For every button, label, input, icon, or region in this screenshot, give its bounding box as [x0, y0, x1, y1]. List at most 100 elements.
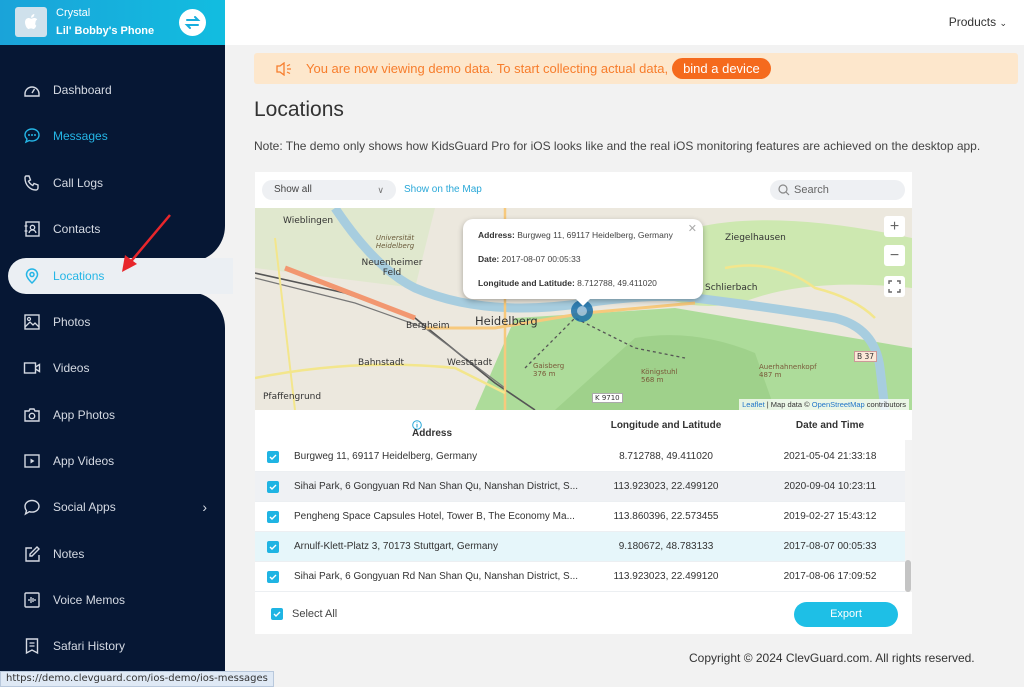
sidebar-item-label: Call Logs — [53, 176, 104, 190]
photo-icon — [23, 313, 41, 331]
map-label: Bahnstadt — [358, 358, 405, 368]
map-label: Bergheim — [406, 321, 450, 331]
map-label: Universität Heidelberg — [375, 234, 415, 250]
sidebar-item-label: Notes — [53, 547, 85, 561]
sidebar-item-messages[interactable]: Messages — [0, 118, 225, 154]
row-checkbox[interactable] — [267, 571, 279, 583]
chat-bubble-icon — [23, 498, 41, 516]
map-popup: ✕ Address: Burgweg 11, 69117 Heidelberg,… — [463, 219, 703, 306]
chevron-down-icon: ∨ — [377, 185, 384, 195]
road-label: B 37 — [854, 351, 878, 362]
sidebar-item-safari-history[interactable]: Safari History — [0, 628, 225, 664]
zoom-out-button[interactable]: − — [884, 245, 905, 266]
message-icon — [23, 127, 41, 145]
sidebar-item-label: Contacts — [53, 222, 101, 236]
attribution-text: contributors — [864, 400, 906, 409]
show-on-map-link[interactable]: Show on the Map — [404, 184, 482, 195]
close-icon[interactable]: ✕ — [688, 222, 697, 235]
check-icon — [269, 454, 277, 460]
check-icon — [273, 611, 281, 617]
row-address: Sihai Park, 6 Gongyuan Rd Nan Shan Qu, N… — [294, 481, 579, 492]
table-row[interactable]: Arnulf-Klett-Platz 3, 70173 Stuttgart, G… — [255, 532, 905, 562]
locations-panel: Show all∨ Show on the Map Search Wiebli — [255, 172, 912, 634]
column-header-address: Address — [412, 420, 452, 439]
chevron-down-icon: ⌄ — [999, 18, 1007, 28]
row-ll: 9.180672, 48.783133 — [618, 541, 714, 552]
export-button[interactable]: Export — [794, 602, 898, 627]
checkbox[interactable] — [271, 608, 283, 620]
row-checkbox[interactable] — [267, 541, 279, 553]
bookmark-icon — [23, 637, 41, 655]
row-datetime: 2020-09-04 10:23:11 — [783, 481, 877, 492]
check-icon — [269, 484, 277, 490]
map[interactable]: Wieblingen Universität Heidelberg Neuenh… — [255, 208, 912, 410]
products-menu[interactable]: Products ⌄ — [949, 15, 1007, 29]
map-label: Auerhahnenkopf 487 m — [759, 363, 817, 379]
sidebar-item-label: Dashboard — [53, 83, 112, 97]
row-checkbox[interactable] — [267, 481, 279, 493]
sidebar-item-app-videos[interactable]: App Videos — [0, 443, 225, 479]
table-row[interactable]: Burgweg 11, 69117 Heidelberg, Germany 8.… — [255, 442, 905, 472]
check-icon — [269, 544, 277, 550]
sidebar-item-photos[interactable]: Photos — [0, 304, 225, 340]
select-all-checkbox[interactable]: Select All — [271, 608, 337, 620]
device-header: Crystal Lil' Bobby's Phone — [0, 0, 225, 45]
switch-device-button[interactable] — [179, 9, 206, 36]
row-address: Sihai Park, 6 Gongyuan Rd Nan Shan Qu, N… — [294, 571, 579, 582]
top-bar: Products ⌄ — [225, 0, 1024, 45]
select-all-label: Select All — [292, 608, 338, 620]
sidebar-item-label: Locations — [53, 269, 105, 283]
contacts-icon — [23, 220, 41, 238]
sidebar-item-voice-memos[interactable]: Voice Memos — [0, 582, 225, 618]
minus-icon: − — [889, 246, 900, 264]
sidebar-item-videos[interactable]: Videos — [0, 350, 225, 386]
table-row[interactable]: Pengheng Space Capsules Hotel, Tower B, … — [255, 502, 905, 532]
sidebar-item-label: App Videos — [53, 454, 115, 468]
popup-date: 2017-08-07 00:05:33 — [501, 254, 581, 264]
fullscreen-icon — [888, 280, 901, 293]
location-icon — [23, 267, 41, 285]
leaflet-link[interactable]: Leaflet — [742, 400, 765, 409]
sidebar-item-label: Voice Memos — [53, 593, 126, 607]
map-attribution: Leaflet | Map data © OpenStreetMap contr… — [739, 399, 909, 410]
video-icon — [23, 359, 41, 377]
map-label: Ziegelhausen — [725, 233, 786, 243]
copyright: Copyright © 2024 ClevGuard.com. All righ… — [689, 651, 975, 665]
table-row[interactable]: Sihai Park, 6 Gongyuan Rd Nan Shan Qu, N… — [255, 562, 905, 592]
apple-logo-icon — [15, 7, 47, 37]
filter-select[interactable]: Show all ∨ — [262, 180, 396, 200]
table-scrollbar-thumb[interactable] — [905, 560, 911, 592]
column-header-ll: Longitude and Latitude — [610, 420, 722, 431]
sidebar-item-call-logs[interactable]: Call Logs — [0, 165, 225, 201]
note-icon — [23, 545, 41, 563]
map-label: Heidelberg — [475, 314, 538, 328]
search-placeholder: Search — [794, 184, 829, 196]
banner-text: You are now viewing demo data. To start … — [306, 61, 669, 76]
popup-address-label: Address: — [478, 230, 515, 240]
row-checkbox[interactable] — [267, 451, 279, 463]
sidebar-item-app-photos[interactable]: App Photos — [0, 397, 225, 433]
sidebar-item-dashboard[interactable]: Dashboard — [0, 72, 225, 108]
sidebar-item-notes[interactable]: Notes — [0, 536, 225, 572]
speaker-icon — [276, 61, 291, 76]
phone-icon — [23, 174, 41, 192]
play-icon — [23, 452, 41, 470]
sidebar-item-social-apps[interactable]: Social Apps › — [0, 489, 225, 525]
road-label: K 9710 — [592, 393, 623, 403]
map-label: Weststadt — [447, 358, 493, 368]
check-icon — [269, 574, 277, 580]
popup-ll-label: Longitude and Latitude: — [478, 278, 575, 288]
swap-icon — [184, 16, 201, 29]
row-checkbox[interactable] — [267, 511, 279, 523]
table-row[interactable]: Sihai Park, 6 Gongyuan Rd Nan Shan Qu, N… — [255, 472, 905, 502]
row-address: Arnulf-Klett-Platz 3, 70173 Stuttgart, G… — [294, 541, 498, 552]
status-bar-url: https://demo.clevguard.com/ios-demo/ios-… — [0, 671, 274, 687]
row-ll: 113.860396, 22.573455 — [613, 511, 719, 522]
fullscreen-button[interactable] — [884, 276, 905, 297]
osm-link[interactable]: OpenStreetMap — [812, 400, 865, 409]
zoom-in-button[interactable]: + — [884, 216, 905, 237]
bind-device-button[interactable]: bind a device — [672, 58, 771, 79]
search-input[interactable]: Search — [770, 180, 905, 200]
row-datetime: 2019-02-27 15:43:12 — [783, 511, 877, 522]
page-note: Note: The demo only shows how KidsGuard … — [254, 139, 981, 153]
